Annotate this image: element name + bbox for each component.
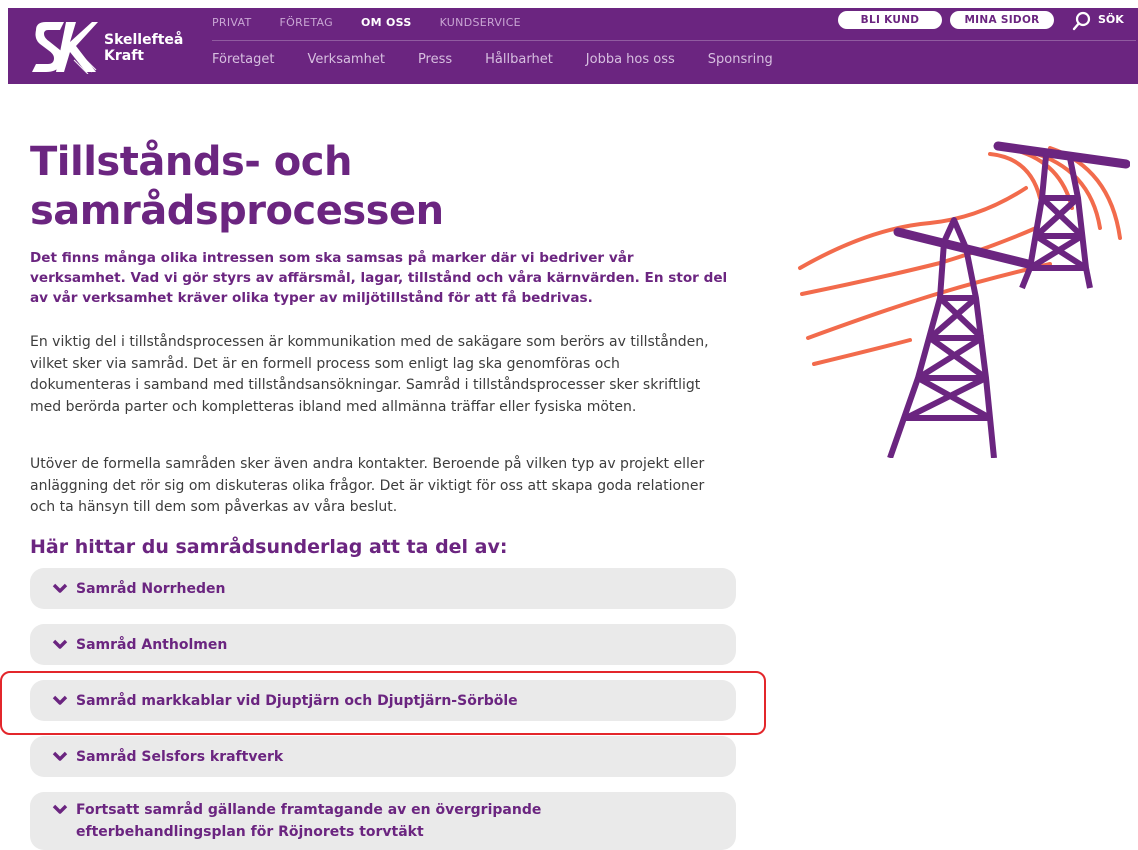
topnav-kundservice[interactable]: KUNDSERVICE [440, 16, 521, 32]
accordion-item-antholmen[interactable]: Samråd Antholmen [30, 624, 736, 665]
bli-kund-button[interactable]: BLI KUND [838, 11, 942, 29]
section-heading: Här hittar du samrådsunderlag att ta del… [30, 536, 508, 558]
top-nav: PRIVAT FÖRETAG OM OSS KUNDSERVICE [212, 16, 521, 32]
accordion-label: Samråd Antholmen [76, 636, 228, 653]
subnav-sponsring[interactable]: Sponsring [708, 52, 773, 67]
accordion-item-norrheden[interactable]: Samråd Norrheden [30, 568, 736, 609]
page-title-line2: samrådsprocessen [30, 188, 444, 234]
logo-mark-icon [32, 22, 98, 74]
accordion-item-rojnoret[interactable]: Fortsatt samråd gällande framtagande av … [30, 792, 736, 850]
mina-sidor-button[interactable]: MINA SIDOR [950, 11, 1054, 29]
brand-name: Skellefteå Kraft [104, 32, 183, 64]
chevron-down-icon [52, 804, 68, 814]
subnav-verksamhet[interactable]: Verksamhet [307, 52, 385, 67]
logo[interactable]: Skellefteå Kraft [30, 20, 200, 74]
power-pylon-illustration [798, 141, 1130, 458]
nav-divider [212, 40, 1136, 41]
accordion-label: Samråd Selsfors kraftverk [76, 748, 284, 765]
search-label: SÖK [1098, 13, 1124, 26]
site-header: Skellefteå Kraft PRIVAT FÖRETAG OM OSS K… [8, 8, 1138, 84]
subnav-jobba-hos-oss[interactable]: Jobba hos oss [586, 52, 675, 67]
topnav-foretag[interactable]: FÖRETAG [280, 16, 333, 32]
topnav-privat[interactable]: PRIVAT [212, 16, 252, 32]
subnav-foretaget[interactable]: Företaget [212, 52, 274, 67]
body-paragraph-2: Utöver de formella samråden sker även an… [30, 456, 705, 515]
brand-line1: Skellefteå [104, 32, 184, 48]
subnav-hallbarhet[interactable]: Hållbarhet [485, 52, 553, 67]
search-button[interactable]: SÖK [1072, 10, 1132, 31]
page-title: Tillstånds- och samrådsprocessen [30, 138, 650, 236]
brand-line2: Kraft [104, 48, 144, 64]
page-title-line1: Tillstånds- och [30, 139, 352, 185]
chevron-down-icon [52, 639, 68, 649]
accordion-label: Samråd Norrheden [76, 580, 226, 597]
subnav-press[interactable]: Press [418, 52, 452, 67]
sub-nav: Företaget Verksamhet Press Hållbarhet Jo… [212, 52, 773, 67]
chevron-down-icon [52, 583, 68, 593]
highlight-outline [0, 671, 766, 735]
accordion-item-selsfors[interactable]: Samråd Selsfors kraftverk [30, 736, 736, 777]
search-icon [1072, 11, 1091, 31]
lead-paragraph: Det finns många olika intressen som ska … [30, 250, 728, 306]
body-paragraph-1: En viktig del i tillståndsprocessen är k… [30, 334, 709, 415]
chevron-down-icon [52, 751, 68, 761]
topnav-om-oss[interactable]: OM OSS [361, 16, 412, 32]
accordion-label: Fortsatt samråd gällande framtagande av … [76, 802, 542, 840]
